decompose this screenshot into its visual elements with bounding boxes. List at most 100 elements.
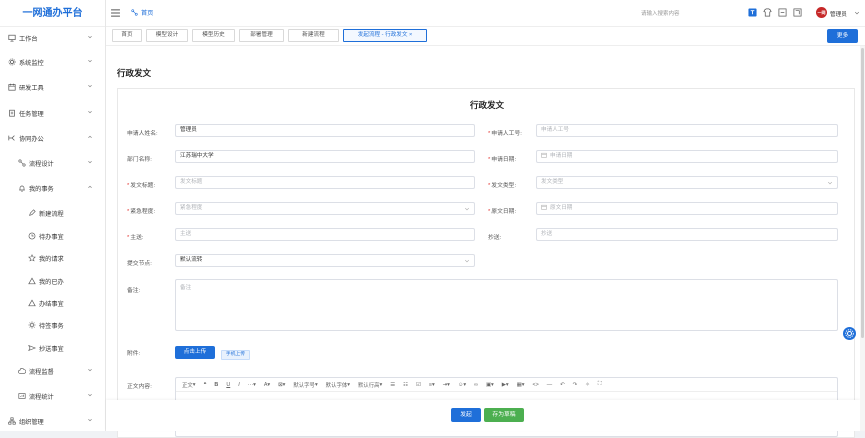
video-icon[interactable]: ▶▾ — [502, 382, 509, 388]
font-size-select[interactable]: 默认字号 ▾ — [293, 381, 317, 389]
bg-color-icon[interactable]: ⊠▾ — [278, 382, 285, 388]
chevron-down-icon[interactable] — [854, 10, 860, 16]
sidebar-item-to-sign[interactable]: 待签事务 — [0, 318, 106, 332]
doc-title-field[interactable]: 发文标题 — [175, 176, 475, 189]
chart-icon — [17, 392, 26, 401]
cc-field[interactable]: 抄送 — [536, 228, 838, 241]
font-color-icon[interactable]: A▾ — [264, 382, 270, 388]
submit-node-select[interactable]: 默认流转 — [175, 254, 475, 267]
more-button[interactable]: 更多 — [827, 29, 858, 43]
font-family-select[interactable]: 默认字体 ▾ — [326, 381, 350, 389]
tab-new-process[interactable]: 新建流程 — [288, 29, 339, 42]
calendar-icon — [541, 152, 547, 158]
sidebar-item-collab-office[interactable]: 协同办公 — [0, 131, 106, 145]
sidebar-item-process-design[interactable]: 流程设计 — [0, 156, 106, 170]
sidebar-item-label: 我的事务 — [29, 185, 54, 193]
line-height-select[interactable]: 默认行高 ▾ — [358, 381, 382, 389]
fullscreen-icon[interactable]: ⛶ — [598, 381, 602, 388]
sidebar-item-system-monitor[interactable]: 系统监控 — [0, 55, 106, 69]
doc-date-picker[interactable]: 原文日期 — [536, 202, 838, 215]
bold-icon[interactable]: B — [214, 382, 218, 388]
chevron-down-icon — [88, 110, 92, 114]
sidebar-item-label: 研发工具 — [19, 84, 44, 92]
avatar[interactable]: 一网 — [816, 7, 827, 18]
indent-icon[interactable]: ⇥▾ — [443, 382, 450, 388]
sidebar-item-org-manage[interactable]: 组织管理 — [0, 414, 106, 428]
apply-date-picker[interactable]: 申请日期 — [536, 150, 838, 163]
sidebar-item-label: 组织管理 — [19, 418, 44, 426]
underline-icon[interactable]: U — [226, 382, 230, 388]
quote-icon[interactable]: ❝ — [204, 382, 207, 388]
search-input[interactable]: 请输入搜索内容 — [641, 9, 680, 17]
sidebar-item-label: 协同办公 — [19, 135, 44, 143]
settings-float-button[interactable] — [843, 327, 856, 340]
chevron-down-icon — [88, 84, 92, 88]
chevron-down-icon — [464, 259, 470, 263]
sidebar-item-cc-affairs[interactable]: 抄送事宜 — [0, 341, 106, 355]
numbered-list-icon[interactable]: ☷ — [403, 382, 408, 388]
scrollbar-thumb[interactable] — [861, 48, 864, 338]
cloud-icon — [17, 367, 26, 376]
sidebar-item-workbench[interactable]: 工作台 — [0, 31, 106, 45]
image-icon[interactable]: ▣▾ — [486, 382, 494, 388]
italic-icon[interactable]: I — [238, 382, 240, 388]
align-icon[interactable]: ≡▾ — [429, 382, 435, 388]
sidebar-item-my-affairs[interactable]: 我的事务 — [0, 181, 106, 195]
urgency-select[interactable]: 紧急程度 — [175, 202, 475, 215]
theme-icon[interactable] — [763, 8, 772, 17]
translate-icon[interactable] — [748, 8, 757, 17]
hamburger-icon[interactable] — [111, 9, 120, 17]
size-icon[interactable] — [793, 8, 802, 17]
tab-model-design[interactable]: 模型设计 — [146, 29, 188, 42]
fullscreen-icon[interactable] — [778, 8, 787, 17]
divider-icon[interactable]: ― — [547, 382, 552, 388]
sidebar-item-todo[interactable]: 待办事宜 — [0, 229, 106, 243]
link-icon[interactable]: ∞ — [474, 382, 478, 388]
scrollbar[interactable] — [860, 46, 865, 431]
sidebar-item-process-stats[interactable]: 流程统计 — [0, 389, 106, 403]
remark-textarea[interactable]: 备注 — [175, 279, 838, 331]
sidebar-item-task-manage[interactable]: 任务管理 — [0, 106, 106, 120]
sidebar-item-finished[interactable]: 办结事宜 — [0, 296, 106, 310]
more-style-icon[interactable]: ···▾ — [248, 382, 256, 388]
sidebar-item-new-process[interactable]: 新建流程 — [0, 206, 106, 220]
redo-icon[interactable]: ↷ — [573, 382, 578, 388]
doc-type-select[interactable]: 发文类型 — [536, 176, 838, 189]
applicant-no-label: *申请人工号: — [488, 131, 522, 137]
applicant-no-field[interactable]: 申请人工号 — [536, 124, 838, 137]
chevron-down-icon — [88, 35, 92, 39]
save-draft-button[interactable]: 存为草稿 — [484, 408, 524, 422]
department-field[interactable]: 江苏瑞中大学 — [175, 150, 475, 163]
tab-model-history[interactable]: 模型历史 — [192, 29, 235, 42]
triangle-icon — [27, 277, 36, 286]
sidebar-item-process-supervise[interactable]: 流程监督 — [0, 364, 106, 378]
paragraph-select[interactable]: 正文 ▾ — [182, 381, 196, 389]
tab-launch-admin-doc[interactable]: 发起流程 - 行政发文 × — [343, 29, 427, 42]
sidebar-item-label: 待办事宜 — [39, 233, 64, 241]
chevron-down-icon — [88, 393, 92, 397]
main-send-field[interactable]: 主送 — [175, 228, 475, 241]
undo-icon[interactable]: ↶ — [560, 382, 565, 388]
todo-icon[interactable]: ☑ — [416, 382, 421, 388]
breadcrumb-home: 首页 — [141, 10, 154, 17]
bullet-list-icon[interactable]: ☰ — [390, 382, 395, 388]
sidebar-item-my-requests[interactable]: 我的请求 — [0, 251, 106, 265]
sidebar-item-my-done[interactable]: 我的已办 — [0, 274, 106, 288]
applicant-name-field[interactable]: 管理员 — [175, 124, 475, 137]
submit-button[interactable]: 发起 — [451, 408, 481, 422]
breadcrumb[interactable]: 首页 — [131, 8, 153, 17]
form-card: 行政发文 申请人姓名: 管理员 *申请人工号: 申请人工号 部门名称: 江苏瑞中… — [117, 88, 855, 438]
tab-deploy-manage[interactable]: 部署管理 — [239, 29, 284, 42]
emoji-icon[interactable]: ☺▾ — [458, 382, 466, 388]
code-icon[interactable]: <> — [532, 382, 538, 388]
upload-button[interactable]: 点击上传 — [175, 346, 215, 359]
sidebar-item-dev-tools[interactable]: 研发工具 — [0, 80, 106, 94]
home-flow-icon — [131, 9, 138, 16]
attachment-label: 附件: — [127, 351, 141, 357]
tab-home[interactable]: 首页 — [112, 29, 142, 42]
table-icon[interactable]: ▦▾ — [517, 382, 525, 388]
user-name[interactable]: 管理员 — [830, 10, 847, 18]
mobile-upload-button[interactable]: 手机上传 — [221, 350, 250, 360]
sidebar-item-label: 系统监控 — [19, 59, 44, 67]
clear-format-icon[interactable]: ✧ — [585, 382, 590, 388]
